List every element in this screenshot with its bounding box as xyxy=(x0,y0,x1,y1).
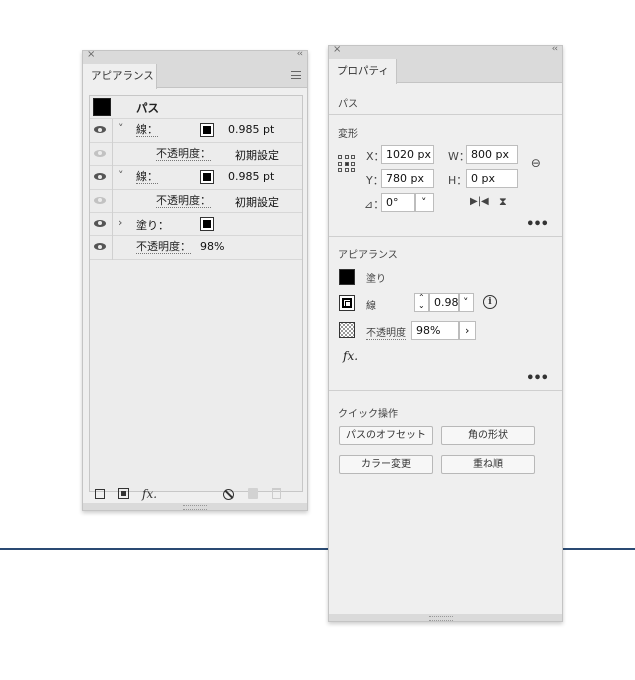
panel-tabbar: アピアランス xyxy=(83,62,307,89)
row-gutter xyxy=(112,212,113,237)
collapse-icon[interactable]: ‹‹ xyxy=(552,44,558,54)
constrain-proportions-icon[interactable]: ⊘ xyxy=(528,154,545,171)
opacity-value: 初期設定 xyxy=(235,195,279,209)
row-gutter xyxy=(112,119,113,143)
h-input[interactable]: 0 px xyxy=(466,169,518,188)
opacity-input[interactable]: 98% xyxy=(411,321,459,340)
stroke-label: 線 xyxy=(366,301,376,312)
rotate-dropdown[interactable]: ˅ xyxy=(415,193,434,212)
stroke-weight-stepper[interactable]: ⌃ ⌄ 0.98 ˅ xyxy=(414,293,474,312)
stroke-unit-dropdown[interactable]: ˅ xyxy=(459,293,474,312)
rotate-input[interactable]: 0° xyxy=(381,193,415,212)
row-gutter xyxy=(112,236,113,260)
section-divider xyxy=(329,390,562,391)
tab-appearance[interactable]: アピアランス xyxy=(83,64,157,89)
fill-swatch[interactable] xyxy=(339,269,355,285)
transform-title: 変形 xyxy=(338,129,358,140)
opacity-label[interactable]: 不透明度 xyxy=(366,324,406,340)
properties-panel: × ‹‹ プロパティ パス 変形 X： 1020 px W： 800 px Y：… xyxy=(328,44,563,622)
chevron-right-icon[interactable]: › xyxy=(118,216,122,229)
stroke-weight-input[interactable]: 0.98 xyxy=(429,293,459,312)
panel-titlebar: × ‹‹ xyxy=(329,44,562,57)
fill-row[interactable]: › 塗り： xyxy=(90,212,302,237)
opacity-value: 初期設定 xyxy=(235,148,279,162)
quick-actions-title: クイック操作 xyxy=(338,409,398,420)
chevron-down-icon[interactable]: ˅ xyxy=(118,169,124,182)
eye-icon[interactable] xyxy=(94,242,108,252)
reference-point-icon[interactable] xyxy=(338,155,356,173)
stroke-label[interactable]: 線： xyxy=(136,123,158,138)
row-gutter xyxy=(112,189,113,213)
appearance-panel: × ‹‹ アピアランス パス ˅ 線： 0.985 pt 不透明度： 初期設定 xyxy=(82,49,308,511)
info-icon[interactable]: i xyxy=(483,295,497,309)
path-label: パス xyxy=(136,101,159,115)
x-input[interactable]: 1020 px xyxy=(381,145,434,164)
panel-menu-icon[interactable] xyxy=(291,71,301,79)
close-icon[interactable]: × xyxy=(87,49,95,60)
add-fill-icon[interactable] xyxy=(118,488,129,499)
stroke-swatch[interactable] xyxy=(200,170,214,185)
stroke-weight-value: 0.985 pt xyxy=(228,123,275,137)
row-gutter xyxy=(112,166,113,190)
trash-icon xyxy=(272,488,281,499)
tab-properties[interactable]: プロパティ xyxy=(329,59,397,84)
panel-titlebar: × ‹‹ xyxy=(83,49,307,62)
fill-swatch[interactable] xyxy=(200,216,214,231)
eye-icon[interactable] xyxy=(94,196,108,206)
opacity-value: 98% xyxy=(200,240,225,254)
h-label: H： xyxy=(448,174,468,187)
flip-vertical-icon[interactable]: ⧗ xyxy=(499,195,507,209)
object-type-label: パス xyxy=(338,99,358,110)
resize-grip[interactable] xyxy=(329,614,562,621)
opacity-label[interactable]: 不透明度： xyxy=(156,194,211,208)
eye-icon[interactable] xyxy=(94,219,108,229)
opacity-checker-icon xyxy=(339,322,355,338)
chevron-down-icon[interactable]: ˅ xyxy=(118,122,124,135)
opacity-row[interactable]: 不透明度： 初期設定 xyxy=(90,189,302,213)
row-gutter xyxy=(112,142,113,167)
recolor-button[interactable]: カラー変更 xyxy=(339,455,433,474)
path-thumbnail xyxy=(93,98,111,116)
opacity-arrow-button[interactable]: › xyxy=(459,321,476,340)
opacity-label[interactable]: 不透明度： xyxy=(156,147,211,161)
opacity-label[interactable]: 不透明度： xyxy=(136,240,191,255)
flip-horizontal-icon[interactable]: ▶|◀ xyxy=(470,196,489,207)
y-input[interactable]: 780 px xyxy=(381,169,434,188)
section-divider xyxy=(329,114,562,115)
opacity-row[interactable]: 不透明度： 98% xyxy=(90,236,302,260)
w-input[interactable]: 800 px xyxy=(466,145,518,164)
eye-icon[interactable] xyxy=(94,125,108,135)
stroke-weight-value: 0.985 pt xyxy=(228,170,275,184)
section-divider xyxy=(329,236,562,237)
resize-grip[interactable] xyxy=(83,503,307,510)
close-icon[interactable]: × xyxy=(333,44,341,55)
arrange-button[interactable]: 重ね順 xyxy=(441,455,535,474)
appearance-list: パス ˅ 線： 0.985 pt 不透明度： 初期設定 ˅ 線： 0.985 p… xyxy=(89,95,303,492)
opacity-row[interactable]: 不透明度： 初期設定 xyxy=(90,142,302,167)
appearance-title: アピアランス xyxy=(338,250,398,261)
fill-label: 塗り xyxy=(366,274,386,285)
fx-icon[interactable]: fx. xyxy=(142,487,157,501)
fill-label[interactable]: 塗り： xyxy=(136,217,169,233)
stepper-arrows-icon[interactable]: ⌃ ⌄ xyxy=(414,293,429,312)
add-stroke-icon[interactable] xyxy=(95,489,105,499)
appearance-footer: fx. xyxy=(83,487,307,501)
path-row[interactable]: パス xyxy=(90,96,302,120)
stroke-label[interactable]: 線： xyxy=(136,170,158,185)
stroke-row[interactable]: ˅ 線： 0.985 pt xyxy=(90,119,302,143)
eye-icon[interactable] xyxy=(94,172,108,182)
corner-shape-button[interactable]: 角の形状 xyxy=(441,426,535,445)
stroke-swatch[interactable] xyxy=(339,295,355,311)
eye-icon[interactable] xyxy=(94,149,108,159)
collapse-icon[interactable]: ‹‹ xyxy=(297,49,303,59)
offset-path-button[interactable]: パスのオフセット xyxy=(339,426,433,445)
more-options-icon[interactable]: ••• xyxy=(526,371,549,386)
fx-icon[interactable]: fx. xyxy=(343,349,358,363)
stroke-swatch[interactable] xyxy=(200,123,214,138)
stroke-row[interactable]: ˅ 線： 0.985 pt xyxy=(90,166,302,190)
clear-appearance-icon[interactable] xyxy=(223,489,234,500)
panel-tabbar: プロパティ xyxy=(329,57,562,84)
duplicate-item-icon xyxy=(248,488,258,499)
more-options-icon[interactable]: ••• xyxy=(526,217,549,232)
